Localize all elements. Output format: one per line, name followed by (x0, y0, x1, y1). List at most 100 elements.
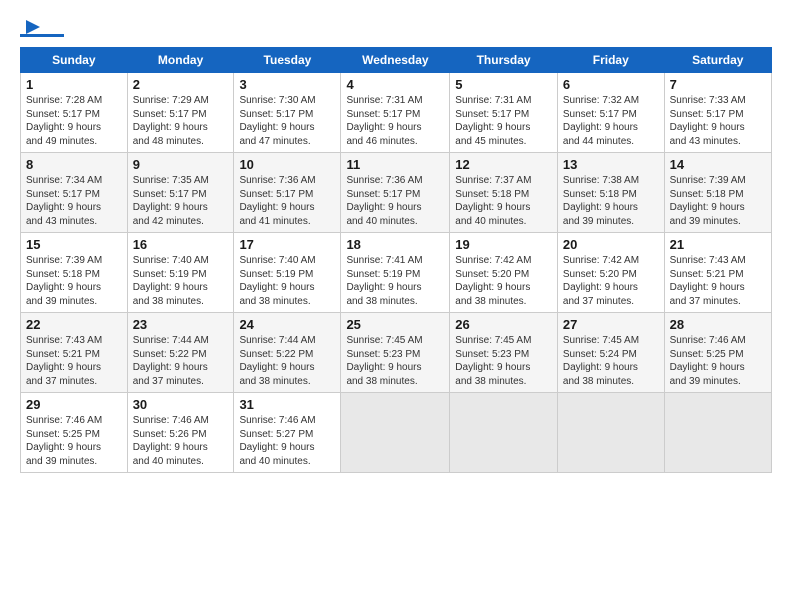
day-info: Sunrise: 7:29 AM Sunset: 5:17 PM Dayligh… (133, 94, 229, 148)
day-info: Sunrise: 7:39 AM Sunset: 5:18 PM Dayligh… (26, 254, 122, 308)
day-number: 3 (239, 77, 335, 92)
day-of-week-header: Sunday (21, 48, 128, 73)
day-of-week-header: Tuesday (234, 48, 341, 73)
calendar-week-row: 29 Sunrise: 7:46 AM Sunset: 5:25 PM Dayli… (21, 393, 772, 473)
day-number: 16 (133, 237, 229, 252)
day-number: 13 (563, 157, 659, 172)
calendar-cell: 22Sunrise: 7:43 AM Sunset: 5:21 PM Dayli… (21, 313, 128, 393)
day-number: 27 (563, 317, 659, 332)
day-info: Sunrise: 7:33 AM Sunset: 5:17 PM Dayligh… (670, 94, 766, 148)
calendar-cell (450, 393, 558, 473)
calendar-cell: 6Sunrise: 7:32 AM Sunset: 5:17 PM Daylig… (557, 73, 664, 153)
logo-underline (20, 34, 64, 37)
calendar-table: SundayMondayTuesdayWednesdayThursdayFrid… (20, 47, 772, 473)
calendar-cell (664, 393, 771, 473)
calendar-cell: 12Sunrise: 7:37 AM Sunset: 5:18 PM Dayli… (450, 153, 558, 233)
day-number: 2 (133, 77, 229, 92)
calendar-cell: 23Sunrise: 7:44 AM Sunset: 5:22 PM Dayli… (127, 313, 234, 393)
day-info: Sunrise: 7:36 AM Sunset: 5:17 PM Dayligh… (239, 174, 335, 228)
day-number: 17 (239, 237, 335, 252)
day-number: 18 (346, 237, 444, 252)
day-number: 20 (563, 237, 659, 252)
day-number: 19 (455, 237, 552, 252)
calendar-week-row: 8 Sunrise: 7:34 AM Sunset: 5:17 PM Daylig… (21, 153, 772, 233)
day-info: Sunrise: 7:28 AM Sunset: 5:17 PM Dayligh… (26, 94, 122, 148)
logo (20, 16, 66, 37)
day-info: Sunrise: 7:30 AM Sunset: 5:17 PM Dayligh… (239, 94, 335, 148)
day-number: 21 (670, 237, 766, 252)
day-of-week-header: Wednesday (341, 48, 450, 73)
calendar-week-row: 22Sunrise: 7:43 AM Sunset: 5:21 PM Dayli… (21, 313, 772, 393)
day-number: 28 (670, 317, 766, 332)
day-info: Sunrise: 7:35 AM Sunset: 5:17 PM Dayligh… (133, 174, 229, 228)
day-number: 7 (670, 77, 766, 92)
calendar-cell: 4 Sunrise: 7:31 AM Sunset: 5:17 PM Daylig… (341, 73, 450, 153)
day-info: Sunrise: 7:39 AM Sunset: 5:18 PM Dayligh… (670, 174, 766, 228)
calendar-cell: 7 Sunrise: 7:33 AM Sunset: 5:17 PM Daylig… (664, 73, 771, 153)
day-number: 26 (455, 317, 552, 332)
day-info: Sunrise: 7:41 AM Sunset: 5:19 PM Dayligh… (346, 254, 444, 308)
day-number: 24 (239, 317, 335, 332)
calendar-week-row: 1 Sunrise: 7:28 AM Sunset: 5:17 PM Daylig… (21, 73, 772, 153)
day-info: Sunrise: 7:45 AM Sunset: 5:23 PM Dayligh… (455, 334, 552, 388)
calendar-cell (557, 393, 664, 473)
day-info: Sunrise: 7:36 AM Sunset: 5:17 PM Dayligh… (346, 174, 444, 228)
calendar-cell: 3 Sunrise: 7:30 AM Sunset: 5:17 PM Daylig… (234, 73, 341, 153)
day-number: 15 (26, 237, 122, 252)
calendar-cell: 28Sunrise: 7:46 AM Sunset: 5:25 PM Dayli… (664, 313, 771, 393)
calendar-cell: 29 Sunrise: 7:46 AM Sunset: 5:25 PM Dayli… (21, 393, 128, 473)
day-number: 31 (239, 397, 335, 412)
day-number: 25 (346, 317, 444, 332)
day-of-week-header: Saturday (664, 48, 771, 73)
day-of-week-header: Thursday (450, 48, 558, 73)
calendar-cell: 30Sunrise: 7:46 AM Sunset: 5:26 PM Dayli… (127, 393, 234, 473)
day-info: Sunrise: 7:42 AM Sunset: 5:20 PM Dayligh… (563, 254, 659, 308)
calendar-cell: 24 Sunrise: 7:44 AM Sunset: 5:22 PM Dayli… (234, 313, 341, 393)
calendar-cell: 14 Sunrise: 7:39 AM Sunset: 5:18 PM Dayli… (664, 153, 771, 233)
day-of-week-header: Friday (557, 48, 664, 73)
day-number: 12 (455, 157, 552, 172)
calendar-cell (341, 393, 450, 473)
day-info: Sunrise: 7:45 AM Sunset: 5:23 PM Dayligh… (346, 334, 444, 388)
day-number: 5 (455, 77, 552, 92)
day-info: Sunrise: 7:34 AM Sunset: 5:17 PM Dayligh… (26, 174, 122, 228)
day-info: Sunrise: 7:46 AM Sunset: 5:27 PM Dayligh… (239, 414, 335, 468)
calendar-cell: 10 Sunrise: 7:36 AM Sunset: 5:17 PM Dayli… (234, 153, 341, 233)
day-number: 14 (670, 157, 766, 172)
calendar-cell: 19 Sunrise: 7:42 AM Sunset: 5:20 PM Dayli… (450, 233, 558, 313)
header (20, 16, 772, 37)
day-number: 1 (26, 77, 122, 92)
day-number: 4 (346, 77, 444, 92)
day-number: 6 (563, 77, 659, 92)
calendar-cell: 16 Sunrise: 7:40 AM Sunset: 5:19 PM Dayli… (127, 233, 234, 313)
calendar-cell: 17 Sunrise: 7:40 AM Sunset: 5:19 PM Dayli… (234, 233, 341, 313)
calendar-cell: 21Sunrise: 7:43 AM Sunset: 5:21 PM Dayli… (664, 233, 771, 313)
calendar-cell: 27 Sunrise: 7:45 AM Sunset: 5:24 PM Dayli… (557, 313, 664, 393)
day-info: Sunrise: 7:44 AM Sunset: 5:22 PM Dayligh… (239, 334, 335, 388)
day-number: 8 (26, 157, 122, 172)
day-info: Sunrise: 7:40 AM Sunset: 5:19 PM Dayligh… (133, 254, 229, 308)
calendar-cell: 8 Sunrise: 7:34 AM Sunset: 5:17 PM Daylig… (21, 153, 128, 233)
day-info: Sunrise: 7:40 AM Sunset: 5:19 PM Dayligh… (239, 254, 335, 308)
day-of-week-header: Monday (127, 48, 234, 73)
calendar-cell: 15 Sunrise: 7:39 AM Sunset: 5:18 PM Dayli… (21, 233, 128, 313)
calendar-cell: 20 Sunrise: 7:42 AM Sunset: 5:20 PM Dayli… (557, 233, 664, 313)
calendar-cell: 1 Sunrise: 7:28 AM Sunset: 5:17 PM Daylig… (21, 73, 128, 153)
day-info: Sunrise: 7:31 AM Sunset: 5:17 PM Dayligh… (346, 94, 444, 148)
day-number: 9 (133, 157, 229, 172)
day-number: 10 (239, 157, 335, 172)
day-info: Sunrise: 7:43 AM Sunset: 5:21 PM Dayligh… (26, 334, 122, 388)
day-info: Sunrise: 7:38 AM Sunset: 5:18 PM Dayligh… (563, 174, 659, 228)
day-number: 11 (346, 157, 444, 172)
calendar-cell: 13 Sunrise: 7:38 AM Sunset: 5:18 PM Dayli… (557, 153, 664, 233)
calendar-cell: 26 Sunrise: 7:45 AM Sunset: 5:23 PM Dayli… (450, 313, 558, 393)
calendar-header-row: SundayMondayTuesdayWednesdayThursdayFrid… (21, 48, 772, 73)
day-info: Sunrise: 7:42 AM Sunset: 5:20 PM Dayligh… (455, 254, 552, 308)
day-number: 29 (26, 397, 122, 412)
calendar-cell: 31 Sunrise: 7:46 AM Sunset: 5:27 PM Dayli… (234, 393, 341, 473)
calendar-cell: 2 Sunrise: 7:29 AM Sunset: 5:17 PM Daylig… (127, 73, 234, 153)
day-info: Sunrise: 7:45 AM Sunset: 5:24 PM Dayligh… (563, 334, 659, 388)
calendar-cell: 18 Sunrise: 7:41 AM Sunset: 5:19 PM Dayli… (341, 233, 450, 313)
day-number: 30 (133, 397, 229, 412)
day-info: Sunrise: 7:46 AM Sunset: 5:25 PM Dayligh… (26, 414, 122, 468)
